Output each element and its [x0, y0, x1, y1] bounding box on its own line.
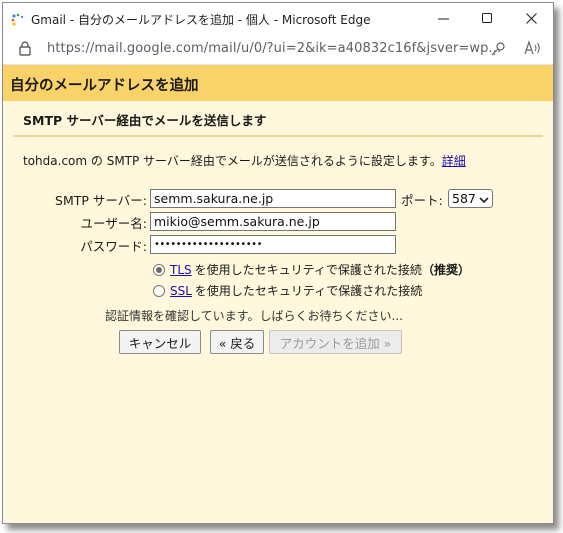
browser-popup-window: Gmail - 自分のメールアドレスを追加 - 個人 - Microsoft E… [2, 2, 554, 524]
status-message: 認証情報を確認しています。しばらくお待ちください... [105, 309, 403, 323]
smtp-server-input[interactable]: semm.sakura.ne.jp [150, 189, 396, 208]
lock-icon[interactable] [19, 41, 31, 60]
port-value: 587 [452, 191, 476, 206]
dialog-content: SMTP サーバー経由でメールを送信します tohda.com の SMTP サ… [3, 101, 553, 523]
cancel-button[interactable]: キャンセル [119, 330, 201, 354]
read-aloud-icon[interactable] [524, 40, 542, 60]
maximize-icon [481, 9, 493, 28]
username-label: ユーザー名: [80, 216, 147, 231]
ssl-link[interactable]: SSL [170, 284, 192, 298]
port-select[interactable]: 587 [448, 189, 493, 208]
close-button[interactable] [509, 3, 553, 34]
title-bar: Gmail - 自分のメールアドレスを追加 - 個人 - Microsoft E… [3, 3, 553, 34]
tls-option[interactable]: TLS を使用したセキュリティで保護された接続 （推奨） [153, 261, 470, 278]
details-link[interactable]: 詳細 [442, 154, 466, 168]
key-icon[interactable] [490, 41, 506, 61]
section-description: tohda.com の SMTP サーバー経由でメールが送信されるように設定しま… [23, 152, 466, 169]
page-title: 自分のメールアドレスを追加 [10, 78, 199, 94]
minimize-button[interactable] [421, 3, 465, 34]
add-account-button[interactable]: アカウントを追加 » [269, 330, 402, 354]
back-button[interactable]: « 戻る [210, 330, 264, 354]
tls-link[interactable]: TLS [170, 263, 192, 277]
ssl-radio[interactable] [153, 284, 165, 297]
password-input[interactable]: •••••••••••••••••••• [150, 235, 396, 254]
url-text[interactable]: https://mail.google.com/mail/u/0/?ui=2&i… [47, 41, 501, 56]
tls-radio[interactable] [153, 263, 165, 276]
close-icon [525, 9, 537, 28]
window-title: Gmail - 自分のメールアドレスを追加 - 個人 - Microsoft E… [31, 13, 371, 27]
tls-text: を使用したセキュリティで保護された接続 [194, 263, 422, 277]
ssl-text: を使用したセキュリティで保護された接続 [194, 284, 423, 298]
username-input[interactable]: mikio@semm.sakura.ne.jp [150, 212, 396, 231]
password-label: パスワード: [80, 239, 147, 254]
dialog-header: 自分のメールアドレスを追加 [3, 65, 553, 101]
tls-recommended-label: （推奨） [421, 263, 470, 277]
smtp-server-label: SMTP サーバー: [55, 193, 147, 208]
gmail-app-icon [11, 12, 25, 26]
minimize-icon [437, 9, 449, 28]
ssl-option[interactable]: SSL を使用したセキュリティで保護された接続 [153, 282, 422, 299]
description-text: tohda.com の SMTP サーバー経由でメールが送信されるように設定しま… [23, 154, 442, 168]
chevron-down-icon [479, 193, 489, 208]
section-title: SMTP サーバー経由でメールを送信します [23, 113, 267, 128]
address-bar[interactable]: https://mail.google.com/mail/u/0/?ui=2&i… [3, 34, 553, 65]
divider [13, 135, 543, 137]
maximize-button[interactable] [465, 3, 509, 34]
port-label: ポート: [401, 193, 443, 208]
